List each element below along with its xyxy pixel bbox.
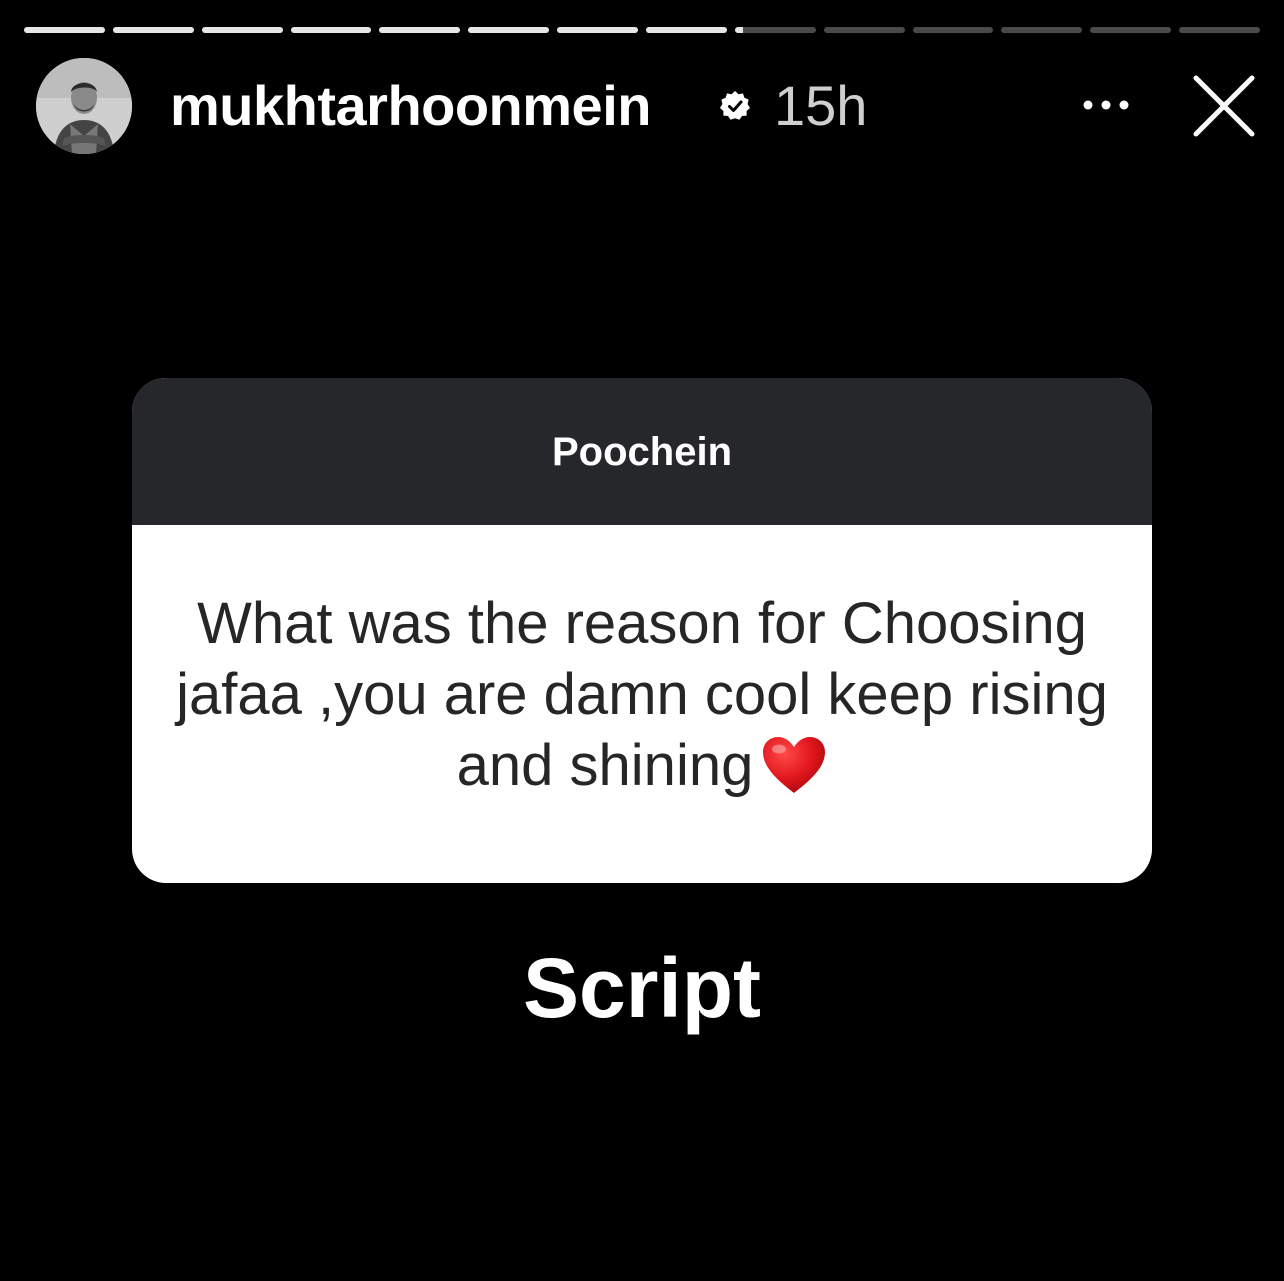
- story-progress-fill: [290, 27, 372, 33]
- story-progress-fill: [201, 27, 283, 33]
- story-progress-fill: [557, 27, 639, 33]
- story-progress-fill: [379, 27, 461, 33]
- close-icon[interactable]: [1192, 74, 1256, 138]
- story-progress-segment: [1179, 27, 1261, 33]
- question-sticker-title: Poochein: [551, 430, 733, 474]
- story-progress-fill: [646, 27, 727, 33]
- story-header: mukhtarhoonmein 15h: [36, 58, 1255, 154]
- story-progress-segment: [112, 27, 194, 33]
- more-options-icon[interactable]: [1081, 90, 1131, 120]
- story-progress-segment: [734, 27, 816, 33]
- story-progress-segment: [823, 27, 905, 33]
- question-text: What was the reason for Choosing jafaa ,…: [176, 591, 1108, 798]
- story-progress-segment: [557, 27, 639, 33]
- story-progress-segment: [1001, 27, 1083, 33]
- story-progress-segment: [1090, 27, 1172, 33]
- story-progress-segment: [646, 27, 727, 33]
- story-progress-fill: [734, 27, 743, 33]
- story-progress-fill: [468, 27, 550, 33]
- story-reply-text: Script: [522, 941, 762, 1035]
- question-sticker-body: What was the reason for Choosing jafaa ,…: [172, 588, 1112, 801]
- story-progress-segment: [24, 27, 105, 33]
- question-sticker-header: Poochein: [132, 378, 1152, 525]
- story-timestamp: 15h: [774, 74, 868, 137]
- red-heart-emoji: [763, 737, 826, 793]
- story-progress-segment: [468, 27, 550, 33]
- story-progress-segment: [379, 27, 461, 33]
- story-progress-segment: [201, 27, 283, 33]
- avatar-photo-icon: [36, 58, 132, 154]
- story-progress-fill: [24, 27, 105, 33]
- username[interactable]: mukhtarhoonmein: [170, 74, 651, 138]
- story-progress-segment: [290, 27, 372, 33]
- story-progress-fill: [112, 27, 194, 33]
- question-sticker[interactable]: Poochein What was the reason for Choosin…: [132, 378, 1152, 883]
- story-progress-segment: [912, 27, 994, 33]
- story-progress-bar: [24, 27, 1261, 33]
- verified-badge-icon: [720, 91, 750, 120]
- avatar[interactable]: [36, 58, 132, 154]
